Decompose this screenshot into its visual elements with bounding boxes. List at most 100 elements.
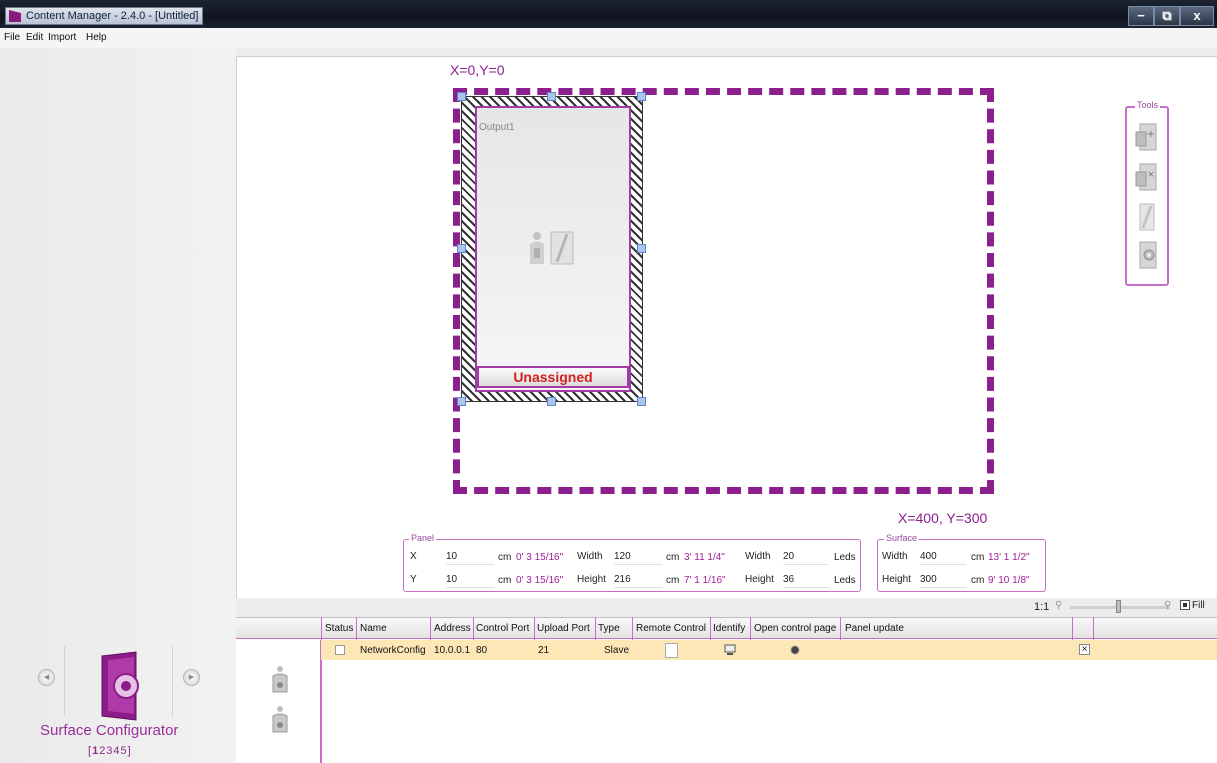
remote-control-toggle[interactable] [665, 643, 678, 658]
remove-row-button[interactable]: × [1079, 644, 1090, 655]
divider [64, 646, 65, 716]
panel-height-unit: cm [666, 575, 680, 586]
app-icon [9, 10, 21, 22]
panel-x-input[interactable]: 10 [446, 549, 494, 565]
row-address: 10.0.0.1 [434, 645, 471, 656]
row-upload-port: 21 [538, 645, 550, 656]
page-others[interactable]: 2345 [99, 745, 127, 757]
leds-height-unit: Leds [834, 575, 856, 586]
svg-text:+: + [1147, 129, 1155, 140]
panel-group-label: Panel [409, 533, 437, 543]
fill-checkbox[interactable] [1180, 600, 1190, 610]
panel-height-imperial: 7' 1 1/16" [684, 575, 726, 586]
resize-handle[interactable] [457, 397, 466, 406]
zoom-ratio[interactable]: 1:1 [1034, 601, 1049, 613]
header-upload-port[interactable]: Upload Port [537, 623, 590, 634]
header-panel-update[interactable]: Panel update [845, 623, 904, 634]
fill-label: Fill [1192, 600, 1205, 611]
window-title-text: Content Manager - 2.4.0 - [Untitled] [26, 10, 199, 22]
close-button[interactable]: x [1180, 6, 1214, 26]
device-icon-column [236, 640, 321, 763]
surface-width-imperial: 13' 1 1/2" [988, 552, 1030, 563]
edit-icon[interactable] [1134, 200, 1160, 234]
zoom-out-icon[interactable]: ⚲ [1055, 600, 1062, 611]
window-title: Content Manager - 2.4.0 - [Untitled] [5, 7, 204, 25]
previous-page-button[interactable]: ◀ [38, 669, 55, 686]
surface-width-unit: cm [971, 552, 985, 563]
row-type: Slave [604, 645, 630, 656]
slash-panel-icon [550, 231, 574, 265]
surface-height-unit: cm [971, 575, 985, 586]
panel-name: Output1 [479, 122, 515, 133]
menu-help[interactable]: Help [86, 32, 107, 43]
header-control-port[interactable]: Control Port [476, 623, 529, 634]
title-bar: Content Manager - 2.4.0 - [Untitled] − ⧉… [0, 0, 1217, 28]
tools-label: Tools [1135, 100, 1161, 110]
origin-coordinate-label: X=0,Y=0 [450, 62, 505, 78]
leds-width-input[interactable]: 20 [783, 549, 829, 565]
device-icon[interactable] [270, 664, 290, 696]
surface-height-label: Height [882, 574, 911, 585]
panel-y-input[interactable]: 10 [446, 572, 494, 588]
panel-width-input[interactable]: 120 [614, 549, 662, 565]
panel-status-badge[interactable]: Unassigned [477, 366, 629, 388]
device-icon[interactable] [270, 704, 290, 736]
surface-height-input[interactable]: 300 [920, 572, 966, 588]
panel-width-label: Width [577, 551, 603, 562]
zoom-in-icon[interactable]: ⚲ [1164, 600, 1171, 611]
resize-handle[interactable] [457, 92, 466, 101]
zoom-slider-thumb[interactable] [1116, 600, 1121, 613]
header-name[interactable]: Name [360, 623, 387, 634]
surface-configurator-label[interactable]: Surface Configurator [40, 722, 178, 739]
panel-height-label: Height [577, 574, 606, 585]
divider [172, 646, 173, 716]
header-identify[interactable]: Identify [713, 623, 745, 634]
page-indicator: [12345] [88, 745, 132, 757]
menu-edit[interactable]: Edit [26, 32, 43, 43]
resize-handle[interactable] [547, 92, 556, 101]
row-name: NetworkConfig [360, 645, 426, 656]
panel-x-label: X [410, 551, 417, 562]
identify-icon[interactable] [724, 644, 736, 656]
resize-handle[interactable] [637, 397, 646, 406]
page-bracket-close: ] [127, 745, 132, 757]
add-panel-icon[interactable]: + [1134, 120, 1160, 154]
panel-y-imperial: 0' 3 15/16" [516, 575, 564, 586]
panel-y-label: Y [410, 574, 417, 585]
row-control-port: 80 [476, 645, 488, 656]
header-remote-control[interactable]: Remote Control [636, 623, 706, 634]
leds-width-unit: Leds [834, 552, 856, 563]
resize-handle[interactable] [547, 397, 556, 406]
panel-x-imperial: 0' 3 15/16" [516, 552, 564, 563]
surface-configurator-icon[interactable] [96, 650, 152, 722]
menu-bar: File Edit Import Help [0, 28, 1217, 48]
svg-text:×: × [1147, 170, 1155, 180]
next-page-button[interactable]: ▶ [183, 669, 200, 686]
panel-height-input[interactable]: 216 [614, 572, 662, 588]
minimize-button[interactable]: − [1128, 6, 1154, 26]
surface-height-imperial: 9' 10 1/8" [988, 575, 1030, 586]
header-type[interactable]: Type [598, 623, 620, 634]
person-icon [530, 232, 544, 264]
extent-coordinate-label: X=400, Y=300 [898, 510, 988, 526]
panel-placeholder-icons [530, 231, 574, 265]
maximize-button[interactable]: ⧉ [1154, 6, 1180, 26]
status-checkbox[interactable] [335, 645, 345, 655]
header-open-control-page[interactable]: Open control page [754, 623, 836, 634]
resize-handle[interactable] [637, 244, 646, 253]
header-address[interactable]: Address [434, 623, 471, 634]
header-status[interactable]: Status [325, 623, 353, 634]
surface-width-input[interactable]: 400 [920, 549, 966, 565]
remove-panel-icon[interactable]: × [1134, 160, 1160, 194]
panel-x-unit: cm [498, 552, 512, 563]
panel-width-imperial: 3' 11 1/4" [684, 552, 725, 563]
leds-height-input[interactable]: 36 [783, 572, 829, 588]
leds-width-label: Width [745, 551, 771, 562]
menu-import[interactable]: Import [48, 32, 76, 43]
resize-handle[interactable] [637, 92, 646, 101]
open-control-page-icon[interactable] [789, 644, 801, 656]
settings-icon[interactable] [1134, 238, 1160, 272]
panel-y-unit: cm [498, 575, 512, 586]
menu-file[interactable]: File [4, 32, 20, 43]
resize-handle[interactable] [457, 244, 466, 253]
